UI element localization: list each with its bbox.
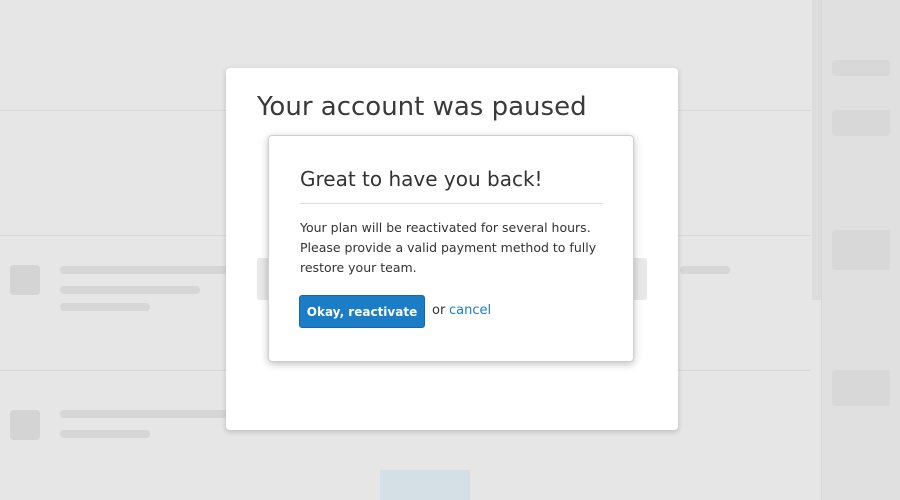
background-sidebar [821, 0, 900, 500]
reactivate-dialog: Great to have you back! Your plan will b… [268, 135, 634, 362]
background-avatar [10, 265, 40, 295]
background-text-placeholder [60, 286, 200, 294]
dialog-title: Great to have you back! [300, 167, 543, 191]
background-text-placeholder [680, 266, 730, 274]
background-sidebar-item [832, 60, 890, 76]
modal-title: Your account was paused [257, 92, 587, 122]
background-text-placeholder [60, 303, 150, 311]
background-text-placeholder [60, 410, 230, 418]
background-text-placeholder [60, 430, 150, 438]
background-avatar [10, 410, 40, 440]
background-sidebar-item [832, 370, 890, 406]
or-text: or [432, 303, 446, 318]
background-sidebar-item [832, 230, 890, 270]
dialog-message: Your plan will be reactivated for severa… [300, 220, 597, 275]
cancel-link[interactable]: cancel [449, 303, 491, 318]
dialog-divider [300, 203, 603, 204]
background-sidebar-item [832, 110, 890, 136]
background-chart [380, 470, 470, 500]
reactivate-button[interactable]: Okay, reactivate [299, 295, 425, 328]
background-text-placeholder [60, 266, 230, 274]
